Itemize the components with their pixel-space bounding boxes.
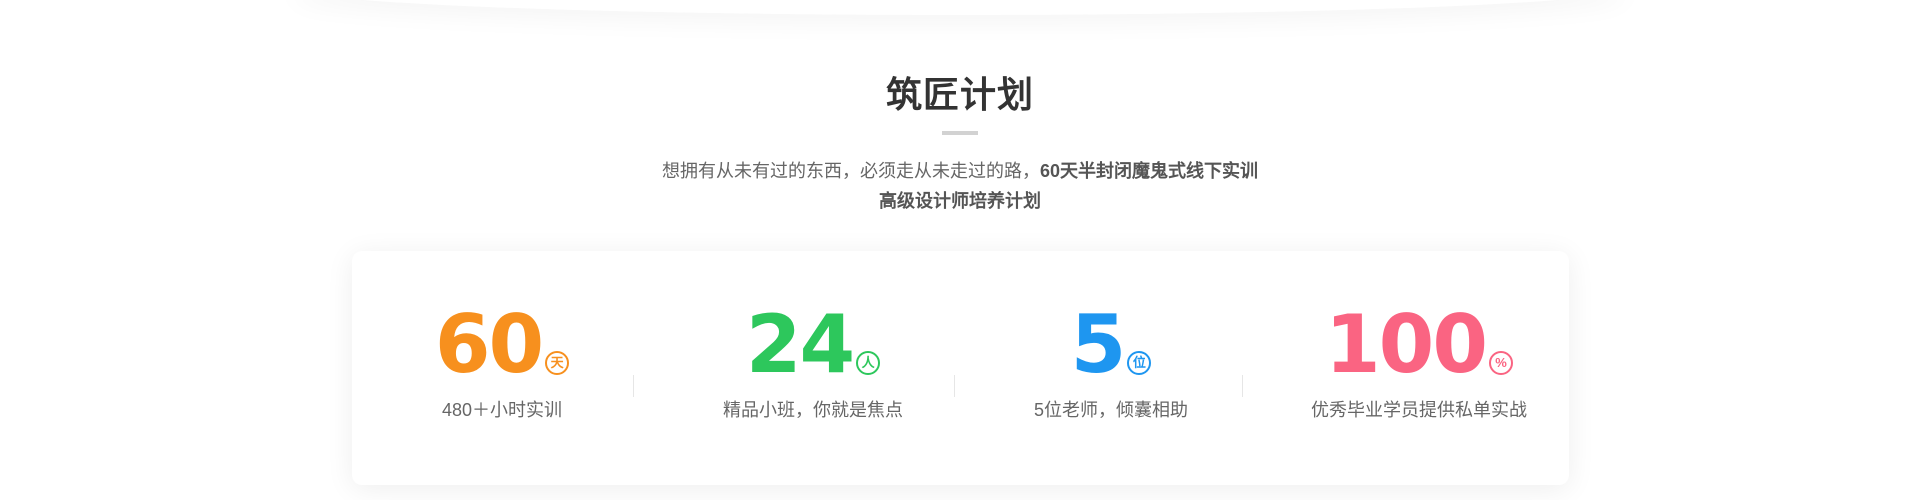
title-underline [942,131,978,135]
stat-unit-badge: 人 [856,351,881,375]
stat-number: 60 [434,298,544,391]
section-subtitle-line1: 想拥有从未有过的东西，必须走从未走过的路，60天半封闭魔鬼式线下实训 [0,157,1920,183]
stat-teachers: 5 位 5位老师，倾囊相助 [961,251,1261,485]
subtitle-strong-text: 60天半封闭魔鬼式线下实训 [1039,161,1259,181]
section-title: 筑匠计划 [885,74,1034,115]
stat-divider [954,375,955,397]
stat-number: 24 [745,298,855,391]
stats-card: 60 天 480＋小时实训 24 人 精品小班，你就是焦点 5 位 5位老师，倾… [352,251,1569,485]
stat-days: 60 天 480＋小时实训 [352,251,652,485]
stat-label: 480＋小时实训 [441,400,563,420]
subtitle-normal-text: 想拥有从未有过的东西，必须走从未走过的路， [661,161,1040,181]
stat-unit-badge: % [1489,351,1513,375]
previous-section-shadow [290,0,1630,15]
stat-divider [633,375,634,397]
stat-label: 精品小班，你就是焦点 [723,400,903,420]
stat-private-projects: 100 % 优秀毕业学员提供私单实战 [1269,251,1569,485]
stat-class-size: 24 人 精品小班，你就是焦点 [663,251,963,485]
section-subtitle-line2: 高级设计师培养计划 [879,191,1041,211]
stat-unit-badge: 位 [1127,351,1152,375]
stat-number: 5 [1070,298,1127,391]
stat-label: 5位老师，倾囊相助 [1033,400,1188,420]
stat-label: 优秀毕业学员提供私单实战 [1311,400,1527,420]
stat-number: 100 [1325,298,1488,391]
stat-divider [1242,375,1243,397]
stat-unit-badge: 天 [545,351,570,375]
